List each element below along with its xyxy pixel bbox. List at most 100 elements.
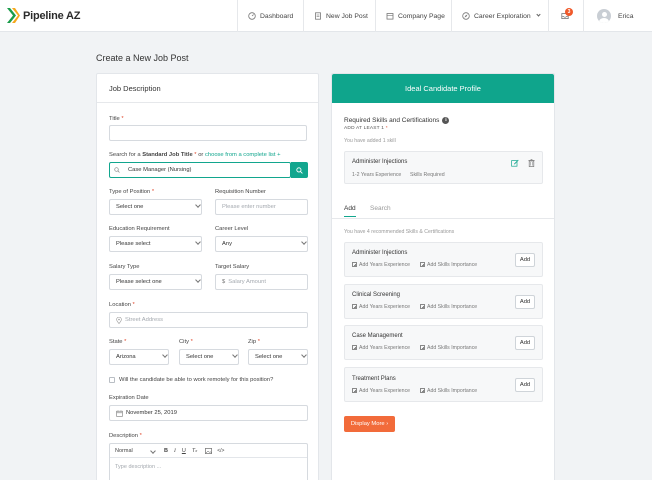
dollar-icon: $ bbox=[222, 279, 226, 285]
italic-icon[interactable]: I bbox=[174, 448, 176, 454]
add-importance-link[interactable]: Add Skills Importance bbox=[420, 345, 477, 351]
nav-dashboard[interactable]: Dashboard bbox=[237, 0, 303, 32]
page-title: Create a New Job Post bbox=[96, 53, 189, 63]
target-salary-input[interactable]: $ Salary Amount bbox=[215, 274, 308, 290]
recommended-skill-card: Treatment Plans Add Years Experience Add… bbox=[344, 367, 543, 402]
salary-type-label: Salary Type bbox=[109, 264, 140, 270]
title-input[interactable] bbox=[109, 125, 307, 141]
remote-label: Will the candidate be able to work remot… bbox=[119, 377, 274, 383]
clear-format-icon[interactable]: Tx bbox=[192, 448, 197, 454]
added-skill-name: Administer Injections bbox=[352, 159, 408, 165]
job-description-card: Job Description Title * Search for a Sta… bbox=[96, 73, 319, 480]
chevron-down-icon bbox=[536, 12, 542, 19]
display-more-button[interactable]: Display More › bbox=[344, 416, 395, 432]
avatar bbox=[597, 9, 611, 23]
job-description-heading: Job Description bbox=[97, 74, 318, 103]
requisition-number-input[interactable]: Please enter number bbox=[215, 199, 308, 215]
add-importance-link[interactable]: Add Skills Importance bbox=[420, 388, 477, 394]
salary-type-select[interactable]: Please select one bbox=[109, 274, 202, 290]
trash-icon[interactable] bbox=[528, 159, 535, 167]
speedometer-icon bbox=[248, 12, 256, 20]
plus-square-icon bbox=[352, 304, 357, 309]
add-importance-link[interactable]: Add Skills Importance bbox=[420, 262, 477, 268]
state-label: State * bbox=[109, 339, 127, 345]
bold-icon[interactable]: B bbox=[164, 448, 168, 454]
skills-subtitle: ADD AT LEAST 1 * bbox=[344, 126, 388, 131]
add-importance-link[interactable]: Add Skills Importance bbox=[420, 304, 477, 310]
career-level-label: Career Level bbox=[215, 226, 249, 232]
notification-badge: 3 bbox=[565, 8, 573, 16]
plus-square-icon bbox=[352, 262, 357, 267]
add-years-link[interactable]: Add Years Experience bbox=[352, 388, 410, 394]
top-navbar: Pipeline AZ Dashboard New Job Post Compa… bbox=[0, 0, 652, 32]
job-title-search-input[interactable]: Case Manager (Nursing) bbox=[109, 162, 291, 178]
zip-select[interactable]: Select one bbox=[248, 349, 308, 365]
expiration-date-label: Expiration Date bbox=[109, 395, 149, 401]
description-textarea[interactable]: Type description ... bbox=[110, 458, 307, 476]
target-salary-label: Target Salary bbox=[215, 264, 250, 270]
code-icon[interactable]: </> bbox=[217, 448, 224, 454]
expiration-date-input[interactable]: November 25, 2019 bbox=[109, 405, 308, 421]
remote-checkbox[interactable] bbox=[109, 377, 115, 383]
add-skill-button[interactable]: Add bbox=[515, 253, 535, 267]
search-glyph-icon bbox=[114, 167, 120, 173]
building-icon bbox=[386, 13, 394, 20]
description-editor: Normal B I U Tx </> Type description ... bbox=[109, 443, 308, 480]
requisition-number-label: Requisition Number bbox=[215, 189, 266, 195]
plus-square-icon bbox=[420, 345, 425, 350]
plus-square-icon bbox=[352, 345, 357, 350]
add-years-link[interactable]: Add Years Experience bbox=[352, 304, 410, 310]
education-requirement-select[interactable]: Please select bbox=[109, 236, 202, 252]
nav-career-exploration-label: Career Exploration bbox=[474, 12, 531, 20]
type-of-position-label: Type of Position * bbox=[109, 189, 155, 195]
add-skill-button[interactable]: Add bbox=[515, 295, 535, 309]
document-icon bbox=[315, 12, 321, 20]
recommend-note: You have 4 recommended Skills & Certific… bbox=[344, 229, 455, 235]
search-job-title-label: Search for a Standard Job Title * or cho… bbox=[109, 152, 281, 158]
city-label: City * bbox=[179, 339, 193, 345]
nav-new-job-post[interactable]: New Job Post bbox=[303, 0, 375, 32]
format-select[interactable]: Normal bbox=[115, 448, 153, 454]
add-skill-button[interactable]: Add bbox=[515, 378, 535, 392]
added-skill-importance: Skills Required bbox=[410, 172, 445, 178]
skills-title: Required Skills and Certifications i bbox=[344, 117, 450, 124]
image-icon[interactable] bbox=[205, 447, 213, 454]
plus-square-icon bbox=[420, 388, 425, 393]
search-icon bbox=[296, 166, 303, 174]
description-label: Description * bbox=[109, 433, 142, 439]
add-years-link[interactable]: Add Years Experience bbox=[352, 345, 410, 351]
recommended-skill-name: Case Management bbox=[352, 333, 403, 339]
tab-search[interactable]: Search bbox=[370, 205, 391, 212]
added-skill-card: Administer Injections 1-2 Years Experien… bbox=[344, 151, 543, 184]
choose-from-list-link[interactable]: choose from a complete list + bbox=[205, 152, 281, 158]
zip-label: Zip * bbox=[248, 339, 260, 345]
title-label: Title * bbox=[109, 116, 124, 122]
job-title-search-button[interactable] bbox=[291, 162, 308, 178]
edit-icon[interactable] bbox=[511, 159, 519, 167]
ideal-candidate-card: Ideal Candidate Profile Required Skills … bbox=[331, 73, 555, 480]
street-address-input[interactable]: Street Address bbox=[109, 312, 308, 328]
added-skill-years: 1-2 Years Experience bbox=[352, 172, 402, 178]
recommended-skill-name: Administer Injections bbox=[352, 250, 408, 256]
career-level-select[interactable]: Any bbox=[215, 236, 308, 252]
nav-company-page[interactable]: Company Page bbox=[375, 0, 451, 32]
tabs-divider bbox=[332, 218, 554, 219]
tab-add[interactable]: Add bbox=[344, 205, 356, 217]
type-of-position-select[interactable]: Select one bbox=[109, 199, 202, 215]
add-years-link[interactable]: Add Years Experience bbox=[352, 262, 410, 268]
info-icon[interactable]: i bbox=[442, 117, 450, 124]
state-select[interactable]: Arizona bbox=[109, 349, 169, 365]
nav-company-page-label: Company Page bbox=[398, 12, 445, 20]
nav-notifications[interactable] bbox=[548, 0, 583, 32]
recommended-skill-name: Clinical Screening bbox=[352, 292, 401, 298]
add-skill-button[interactable]: Add bbox=[515, 336, 535, 350]
nav-career-exploration[interactable]: Career Exploration bbox=[451, 0, 548, 32]
city-select[interactable]: Select one bbox=[179, 349, 239, 365]
nav-dashboard-label: Dashboard bbox=[260, 12, 294, 20]
user-menu[interactable]: Erica bbox=[583, 0, 652, 32]
compass-icon bbox=[462, 12, 470, 20]
calendar-icon bbox=[116, 409, 123, 417]
brand-logo[interactable]: Pipeline AZ bbox=[7, 8, 80, 23]
recommended-skill-card: Clinical Screening Add Years Experience … bbox=[344, 284, 543, 319]
underline-icon[interactable]: U bbox=[182, 448, 186, 454]
